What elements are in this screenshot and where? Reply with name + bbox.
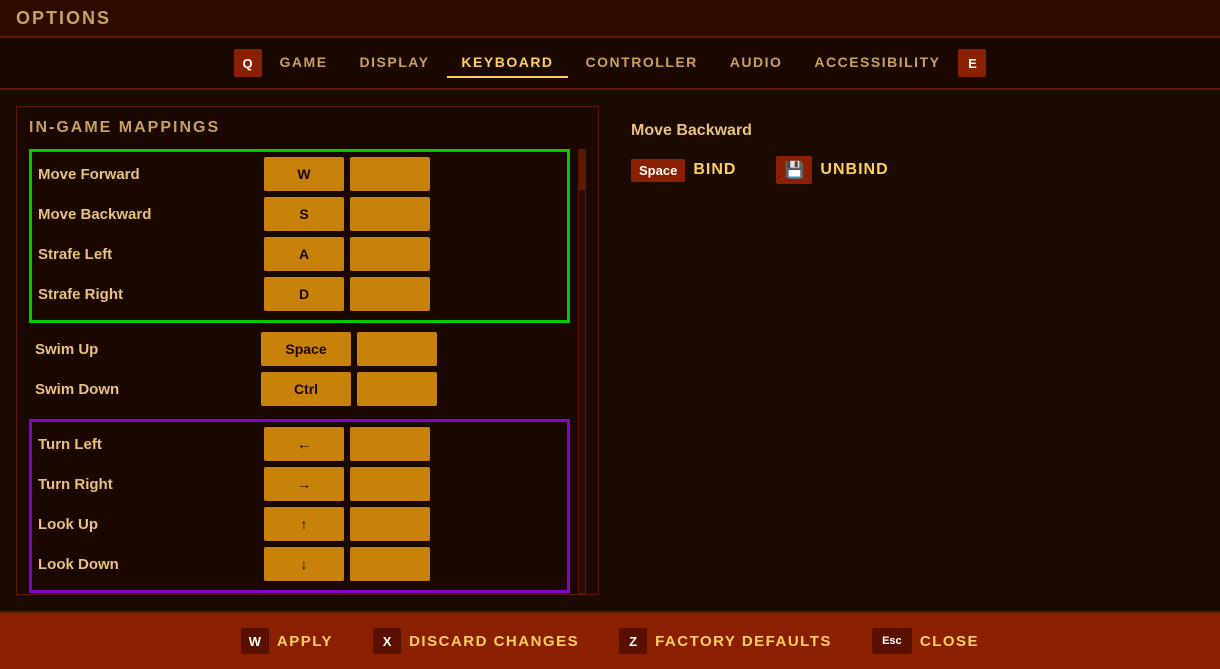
table-row: Look Up ↑ bbox=[38, 506, 561, 542]
key-btn-move-backward-1[interactable]: S bbox=[264, 197, 344, 231]
key-btn-look-up-1[interactable]: ↑ bbox=[264, 507, 344, 541]
key-btn-turn-right-1[interactable]: → bbox=[264, 467, 344, 501]
panel-title: IN-GAME MAPPINGS bbox=[29, 119, 586, 137]
row-label-turn-left: Turn Left bbox=[38, 436, 258, 453]
bind-button[interactable]: Space BIND bbox=[631, 159, 736, 182]
key-btn-turn-left-1[interactable]: ← bbox=[264, 427, 344, 461]
key-btn-strafe-right-1[interactable]: D bbox=[264, 277, 344, 311]
arrows-group: Turn Left ← Turn Right → Look Up ↑ bbox=[29, 419, 570, 593]
discard-key: X bbox=[373, 628, 401, 654]
scrollbar-thumb bbox=[579, 150, 585, 190]
main-content: IN-GAME MAPPINGS Move Forward W Move Bac… bbox=[0, 90, 1220, 611]
bind-current-key: Space bbox=[631, 159, 685, 182]
row-label-look-down: Look Down bbox=[38, 556, 258, 573]
close-button[interactable]: Esc CLOSE bbox=[872, 628, 979, 654]
scrollbar[interactable] bbox=[578, 149, 586, 594]
key-btn-look-down-1[interactable]: ↓ bbox=[264, 547, 344, 581]
scroll-area: Move Forward W Move Backward S Strafe Le… bbox=[29, 149, 586, 594]
mappings-panel: IN-GAME MAPPINGS Move Forward W Move Bac… bbox=[16, 106, 599, 595]
factory-defaults-button[interactable]: Z FACTORY DEFAULTS bbox=[619, 628, 832, 654]
unbind-button[interactable]: 💾 UNBIND bbox=[776, 156, 888, 184]
close-key: Esc bbox=[872, 628, 912, 654]
table-row: Turn Left ← bbox=[38, 426, 561, 462]
row-label-look-up: Look Up bbox=[38, 516, 258, 533]
bind-label: BIND bbox=[693, 161, 736, 179]
key-btn-move-backward-2[interactable] bbox=[350, 197, 430, 231]
close-label: CLOSE bbox=[920, 633, 979, 650]
unbind-icon: 💾 bbox=[776, 156, 812, 184]
key-btn-swim-up-2[interactable] bbox=[357, 332, 437, 366]
discard-button[interactable]: X DISCARD CHANGES bbox=[373, 628, 579, 654]
row-label-move-backward: Move Backward bbox=[38, 206, 258, 223]
bottom-bar: W APPLY X DISCARD CHANGES Z FACTORY DEFA… bbox=[0, 611, 1220, 669]
table-row: Strafe Left A bbox=[38, 236, 561, 272]
top-bar: OPTIONS bbox=[0, 0, 1220, 38]
swim-group: Swim Up Space Swim Down Ctrl bbox=[29, 327, 570, 415]
nav-bar: Q GAME DISPLAY KEYBOARD CONTROLLER AUDIO… bbox=[0, 38, 1220, 90]
wasd-group: Move Forward W Move Backward S Strafe Le… bbox=[29, 149, 570, 323]
table-row: Swim Up Space bbox=[35, 331, 564, 367]
table-row: Move Forward W bbox=[38, 156, 561, 192]
key-btn-move-forward-2[interactable] bbox=[350, 157, 430, 191]
mappings-list: Move Forward W Move Backward S Strafe Le… bbox=[29, 149, 570, 594]
key-btn-look-down-2[interactable] bbox=[350, 547, 430, 581]
factory-key: Z bbox=[619, 628, 647, 654]
unbind-label: UNBIND bbox=[820, 161, 888, 179]
tab-keyboard[interactable]: KEYBOARD bbox=[447, 48, 567, 78]
table-row: Strafe Right D bbox=[38, 276, 561, 312]
tab-audio[interactable]: AUDIO bbox=[716, 48, 797, 78]
row-label-turn-right: Turn Right bbox=[38, 476, 258, 493]
row-label-move-forward: Move Forward bbox=[38, 166, 258, 183]
row-label-strafe-right: Strafe Right bbox=[38, 286, 258, 303]
tab-controller[interactable]: CONTROLLER bbox=[572, 48, 712, 78]
table-row: Move Backward S bbox=[38, 196, 561, 232]
key-btn-turn-left-2[interactable] bbox=[350, 427, 430, 461]
key-btn-move-forward-1[interactable]: W bbox=[264, 157, 344, 191]
row-label-strafe-left: Strafe Left bbox=[38, 246, 258, 263]
key-btn-look-up-2[interactable] bbox=[350, 507, 430, 541]
key-btn-strafe-left-2[interactable] bbox=[350, 237, 430, 271]
key-btn-swim-down-2[interactable] bbox=[357, 372, 437, 406]
table-row: Swim Down Ctrl bbox=[35, 371, 564, 407]
apply-label: APPLY bbox=[277, 633, 333, 650]
key-btn-strafe-left-1[interactable]: A bbox=[264, 237, 344, 271]
tab-game[interactable]: GAME bbox=[266, 48, 342, 78]
tab-display[interactable]: DISPLAY bbox=[346, 48, 444, 78]
factory-label: FACTORY DEFAULTS bbox=[655, 633, 832, 650]
binding-title: Move Backward bbox=[631, 122, 752, 140]
table-row: Look Down ↓ bbox=[38, 546, 561, 582]
key-btn-turn-right-2[interactable] bbox=[350, 467, 430, 501]
next-tab-button[interactable]: E bbox=[958, 49, 986, 77]
key-btn-strafe-right-2[interactable] bbox=[350, 277, 430, 311]
row-label-swim-down: Swim Down bbox=[35, 381, 255, 398]
binding-actions: Space BIND 💾 UNBIND bbox=[631, 156, 889, 184]
apply-button[interactable]: W APPLY bbox=[241, 628, 333, 654]
discard-label: DISCARD CHANGES bbox=[409, 633, 579, 650]
prev-tab-button[interactable]: Q bbox=[234, 49, 262, 77]
row-label-swim-up: Swim Up bbox=[35, 341, 255, 358]
apply-key: W bbox=[241, 628, 269, 654]
right-panel: Move Backward Space BIND 💾 UNBIND bbox=[615, 106, 1204, 595]
key-btn-swim-up-1[interactable]: Space bbox=[261, 332, 351, 366]
tab-accessibility[interactable]: ACCESSIBILITY bbox=[800, 48, 954, 78]
key-btn-swim-down-1[interactable]: Ctrl bbox=[261, 372, 351, 406]
table-row: Turn Right → bbox=[38, 466, 561, 502]
app-title: OPTIONS bbox=[16, 8, 111, 29]
